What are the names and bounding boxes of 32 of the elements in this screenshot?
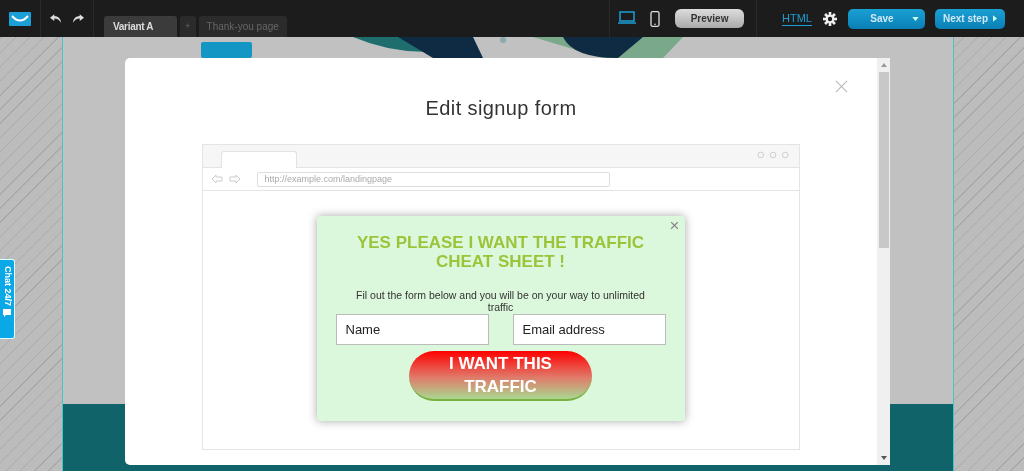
caret-icon[interactable] [911,16,919,21]
add-tab-button[interactable]: + [180,16,196,37]
scrollbar[interactable] [877,58,890,465]
forward-arrow-icon [228,174,241,184]
tab[interactable]: Variant A [104,16,178,37]
url-field: http://example.com/landingpage [256,171,610,187]
popup-subtext: Fil out the form below and you will be on your way to unlimited traffic [355,289,646,313]
redo-icon[interactable] [72,14,84,23]
preview-button[interactable]: Preview [675,9,745,28]
chat-tab[interactable]: Chat 24/7 [0,259,15,339]
input-field[interactable]: Email address [512,314,666,345]
scroll-thumb[interactable] [878,72,889,248]
window-dots-icon [756,151,789,159]
undo-icon[interactable] [50,14,62,23]
back-arrow-icon [210,174,223,184]
tab[interactable]: Thank-you page [198,16,287,37]
scroll-up-icon[interactable] [880,63,887,67]
laptop-icon[interactable] [618,10,637,27]
logo-icon[interactable] [9,11,31,26]
caret-icon[interactable] [993,15,997,22]
save-button[interactable]: Save [848,8,925,29]
chat-bubble-icon [3,309,11,318]
input-field[interactable]: Name [335,314,489,345]
settings-icon[interactable] [823,11,837,26]
scroll-down-icon[interactable] [880,456,887,460]
modal-title: Edit signup form [425,97,577,120]
popup-close[interactable]: × [669,216,680,236]
chat-label: Chat 24/7 [1,266,13,307]
cta-button[interactable]: I WANT THIS TRAFFIC [409,351,592,401]
next-step-button[interactable]: Next step [935,8,1005,29]
html-link[interactable]: HTML [782,11,812,26]
popup-headline: YES PLEASE I WANT THE TRAFFIC CHEAT SHEET ! [355,233,646,271]
